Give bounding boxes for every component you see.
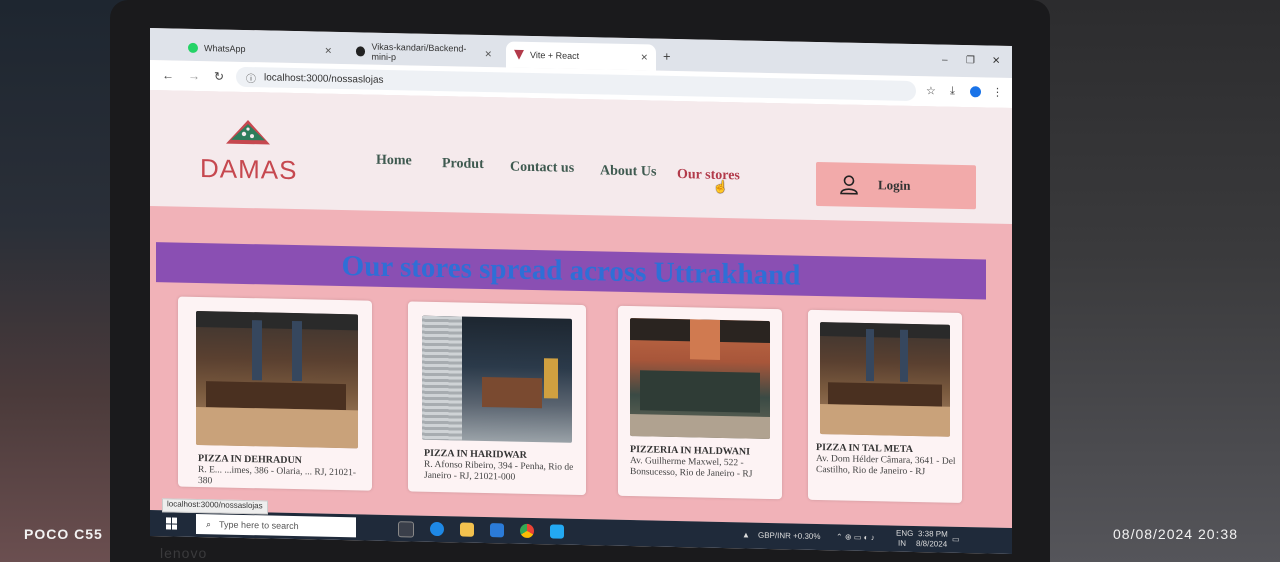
task-view-icon[interactable] bbox=[398, 521, 414, 538]
site-header: DAMAS Home Produt Contact us About Us Ou… bbox=[150, 90, 1012, 225]
search-icon: ⌕ bbox=[206, 518, 212, 529]
pizza-logo-icon[interactable] bbox=[222, 118, 274, 149]
close-icon[interactable]: ✕ bbox=[324, 45, 332, 56]
download-icon[interactable]: ⤓ bbox=[950, 85, 955, 98]
system-tray-icons[interactable]: ⌃ ⊕ ▭ ◐ ♪ bbox=[836, 532, 875, 542]
store-photo bbox=[196, 310, 358, 449]
laptop-screen: WhatsApp ✕ Vikas-kandari/Backend-mini-p … bbox=[150, 28, 1012, 555]
tab-vite-react[interactable]: Vite + React ✕ bbox=[506, 41, 656, 71]
store-photo bbox=[820, 322, 950, 437]
clock-date: 8/8/2024 bbox=[916, 539, 948, 549]
maximize-icon[interactable]: ❐ bbox=[966, 55, 975, 66]
store-card[interactable]: PIZZA IN HARIDWAR R. Afonso Ribeiro, 394… bbox=[408, 301, 586, 496]
tab-label: Vite + React bbox=[530, 49, 580, 61]
bookmark-star-icon[interactable]: ☆ bbox=[926, 84, 936, 97]
store-address: Av. Guilherme Maxwel, 522 - Bonsucesso, … bbox=[630, 456, 753, 480]
forward-icon[interactable]: → bbox=[188, 69, 200, 83]
search-placeholder: Type here to search bbox=[219, 519, 299, 532]
menu-icon[interactable]: ⋮ bbox=[992, 86, 1003, 99]
github-icon bbox=[356, 46, 366, 57]
stores-section: Our stores spread across Uttrakhand PIZZ… bbox=[150, 206, 1012, 529]
taskbar-search-box[interactable]: ⌕ Type here to search bbox=[196, 513, 356, 538]
store-title: PIZZA IN TAL META bbox=[816, 441, 913, 455]
store-address: R. Afonso Ribeiro, 394 - Penha, Rio de J… bbox=[424, 459, 574, 483]
store-card[interactable]: PIZZA IN TAL META Av. Dom Hélder Câmara,… bbox=[808, 309, 962, 504]
tab-whatsapp[interactable]: WhatsApp ✕ bbox=[180, 35, 340, 64]
login-label: Login bbox=[878, 177, 911, 193]
clock-time[interactable]: 3:38 PM bbox=[918, 529, 948, 539]
close-icon[interactable]: ✕ bbox=[484, 49, 492, 60]
mouse-pointer-icon: ☝ bbox=[713, 179, 728, 195]
notification-icon[interactable]: ▭ bbox=[952, 535, 960, 544]
close-icon[interactable]: ✕ bbox=[640, 52, 648, 63]
address-url: localhost:3000/nossaslojas bbox=[264, 71, 384, 86]
language-indicator[interactable]: ENG bbox=[896, 529, 913, 538]
user-icon bbox=[840, 175, 858, 195]
tab-label: Vikas-kandari/Backend-mini-p bbox=[371, 41, 467, 63]
nav-link-home[interactable]: Home bbox=[376, 153, 412, 170]
vite-icon bbox=[514, 50, 524, 60]
webpage: DAMAS Home Produt Contact us About Us Ou… bbox=[150, 90, 1012, 529]
minimize-icon[interactable]: – bbox=[942, 55, 948, 66]
nav-link-about-us[interactable]: About Us bbox=[600, 163, 656, 180]
new-tab-button[interactable]: + bbox=[663, 49, 671, 64]
chrome-icon[interactable] bbox=[520, 523, 534, 539]
region-indicator: IN bbox=[898, 538, 906, 548]
vscode-icon[interactable] bbox=[550, 524, 564, 539]
tab-label: WhatsApp bbox=[204, 43, 246, 55]
store-card[interactable]: PIZZERIA IN HALDWANI Av. Guilherme Maxwe… bbox=[618, 305, 782, 500]
file-explorer-icon[interactable] bbox=[460, 522, 474, 537]
stores-heading: Our stores spread across Uttrakhand bbox=[341, 249, 801, 292]
laptop-brand-logo: lenovo bbox=[160, 545, 208, 561]
store-photo bbox=[422, 315, 572, 443]
site-info-icon[interactable]: ⓘ bbox=[246, 70, 256, 85]
back-icon[interactable]: ← bbox=[162, 68, 174, 82]
stores-banner: Our stores spread across Uttrakhand bbox=[156, 242, 986, 300]
store-card[interactable]: PIZZA IN DEHRADUN R. E... ...imes, 386 -… bbox=[178, 296, 372, 491]
ticker-text[interactable]: GBP/INR +0.30% bbox=[758, 531, 820, 541]
reload-icon[interactable]: ↻ bbox=[214, 69, 224, 83]
login-button[interactable]: Login bbox=[816, 161, 976, 210]
link-status-bar: localhost:3000/nossaslojas bbox=[162, 498, 268, 515]
store-title: PIZZA IN DEHRADUN bbox=[198, 453, 302, 467]
brand-logo-text[interactable]: DAMAS bbox=[200, 153, 297, 186]
nav-link-contact-us[interactable]: Contact us bbox=[510, 160, 574, 177]
ticker-icon: ▲ bbox=[742, 530, 750, 540]
store-title: PIZZA IN HARIDWAR bbox=[424, 447, 527, 461]
windows-start-icon[interactable] bbox=[166, 517, 178, 530]
whatsapp-icon bbox=[188, 42, 198, 54]
mail-icon[interactable] bbox=[490, 523, 504, 538]
nav-link-our-stores[interactable]: Our stores bbox=[677, 167, 740, 184]
camera-watermark-timestamp: 08/08/2024 20:38 bbox=[1113, 526, 1238, 542]
profile-avatar[interactable] bbox=[970, 86, 981, 98]
store-photo bbox=[630, 318, 770, 439]
camera-watermark-device: POCO C55 bbox=[24, 526, 103, 542]
store-address: Av. Dom Hélder Câmara, 3641 - Del Castil… bbox=[816, 453, 956, 478]
window-close-icon[interactable]: ✕ bbox=[992, 56, 1000, 67]
tab-github[interactable]: Vikas-kandari/Backend-mini-p ✕ bbox=[348, 38, 500, 67]
edge-icon[interactable] bbox=[430, 521, 444, 537]
nav-link-produt[interactable]: Produt bbox=[442, 156, 484, 173]
store-address: R. E... ...imes, 386 - Olaria, ... RJ, 2… bbox=[198, 465, 357, 487]
